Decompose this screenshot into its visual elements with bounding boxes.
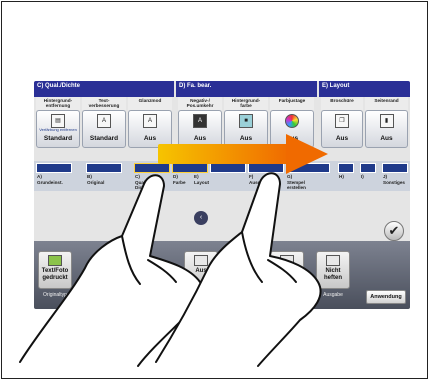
cat-background-color: Hintergrund- farbe — [224, 97, 268, 110]
strip-label-e: E) Layout — [194, 174, 210, 185]
text-icon: A — [97, 114, 111, 128]
paper-button[interactable]: Aus — [184, 251, 218, 289]
thumb-e[interactable] — [210, 163, 246, 173]
cat-color-adjust: Farbjustage — [270, 97, 314, 110]
header-layout[interactable]: E) Layout — [319, 81, 410, 97]
strip-label-j: J) Sonstiges — [383, 174, 405, 185]
strip-label-b: B) Original — [87, 174, 105, 185]
scroll-left-button[interactable]: ‹ — [194, 211, 208, 225]
duplex-combine-button[interactable]: Aus — [270, 251, 304, 289]
invert-icon: A — [193, 114, 207, 128]
colorwheel-icon — [285, 114, 299, 128]
output-button[interactable]: Nicht heften — [316, 251, 350, 289]
margin-icon: ▮ — [379, 114, 394, 128]
strip-label-i: I) — [361, 174, 364, 179]
booklet-button[interactable]: ❐ Aus — [321, 110, 363, 148]
gloss-icon: A — [143, 114, 157, 128]
booklet-icon: ❐ — [335, 114, 349, 128]
header-color-edit[interactable]: D) Fa. bear. — [176, 81, 317, 97]
output-group-label: Ausgabe — [323, 292, 343, 298]
basic-function-bar: Text/Foto gedruckt Aus Aus Nicht heften … — [34, 241, 410, 309]
thumb-j[interactable] — [382, 163, 408, 173]
thumb-c[interactable] — [134, 163, 170, 173]
thumb-h[interactable] — [338, 163, 354, 173]
thumb-i[interactable] — [360, 163, 376, 173]
duplex-group-label: Duplex/ Kombinieren — [272, 292, 302, 304]
paper-icon — [194, 255, 208, 266]
color-adjust-button[interactable]: Aus — [270, 110, 314, 148]
background-color-value: Aus — [239, 135, 253, 142]
output-value: Nicht heften — [324, 268, 342, 281]
background-removal-value: Standard — [43, 135, 73, 142]
background-removal-sublabel: Verfärbung entfernen — [39, 127, 77, 132]
cat-gloss: Glanzmod — [128, 97, 172, 110]
gloss-value: Aus — [143, 135, 157, 142]
touch-panel-screen: C) Qual./Dichte D) Fa. bear. E) Layout H… — [34, 81, 410, 309]
thumb-b[interactable] — [86, 163, 122, 173]
paper-group-label: Papier — [193, 292, 209, 298]
negative-positive-value: Aus — [193, 135, 207, 142]
thumb-g[interactable] — [286, 163, 330, 173]
staple-icon — [326, 255, 340, 266]
page-margin-button[interactable]: ▮ Aus — [365, 110, 408, 148]
negative-positive-button[interactable]: A Aus — [178, 110, 222, 148]
thumb-f[interactable] — [248, 163, 284, 173]
cat-text-enhancement: Text- verbesserung — [82, 97, 126, 110]
cat-page-margin: Seitenrand — [365, 97, 408, 110]
strip-label-d: D) Farbe — [173, 174, 186, 185]
duplex-combine-value: Aus — [281, 268, 293, 274]
cat-negative-positive: Negativ-/ Pos.umkehr — [178, 97, 222, 110]
booklet-value: Aus — [335, 135, 349, 142]
function-overview-strip[interactable]: A) Grundeinst. B) Original C) Qual./ Dic… — [34, 161, 410, 191]
page-margin-value: Aus — [380, 135, 393, 142]
gloss-button[interactable]: A Aus — [128, 110, 172, 148]
header-qual-density[interactable]: C) Qual./Dichte — [34, 81, 174, 97]
strip-label-f: F) Ausgabe — [249, 174, 269, 185]
doc-icon: ▤ — [51, 114, 65, 128]
original-type-value: Text/Foto gedruckt — [41, 268, 69, 281]
duplex-icon — [280, 255, 294, 266]
bgcolor-icon: ■ — [239, 114, 253, 128]
thumb-d[interactable] — [172, 163, 208, 173]
color-adjust-value: Aus — [285, 135, 299, 142]
paper-value: Aus — [195, 268, 207, 274]
confirm-button[interactable]: ✔ — [384, 221, 404, 241]
photo-text-icon — [48, 255, 62, 266]
apply-button[interactable]: Anwendung — [366, 290, 406, 304]
strip-label-c: C) Qual./ Dichte — [135, 174, 150, 190]
original-type-group-label: Originaltyp — [43, 292, 67, 298]
strip-label-a: A) Grundeinst. — [37, 174, 63, 185]
background-color-button[interactable]: ■ Aus — [224, 110, 268, 148]
cat-background-removal: Hintergrund- entfernung — [36, 97, 80, 110]
text-enhancement-value: Standard — [89, 135, 119, 142]
text-enhancement-button[interactable]: A Standard — [82, 110, 126, 148]
thumb-a[interactable] — [36, 163, 72, 173]
strip-label-h: H) — [339, 174, 344, 179]
background-removal-button[interactable]: ▤ Verfärbung entfernen Standard — [36, 110, 80, 148]
cat-booklet: Broschüre — [321, 97, 363, 110]
original-type-button[interactable]: Text/Foto gedruckt — [38, 251, 72, 289]
strip-label-g: G) Stempel erstellen — [287, 174, 306, 190]
